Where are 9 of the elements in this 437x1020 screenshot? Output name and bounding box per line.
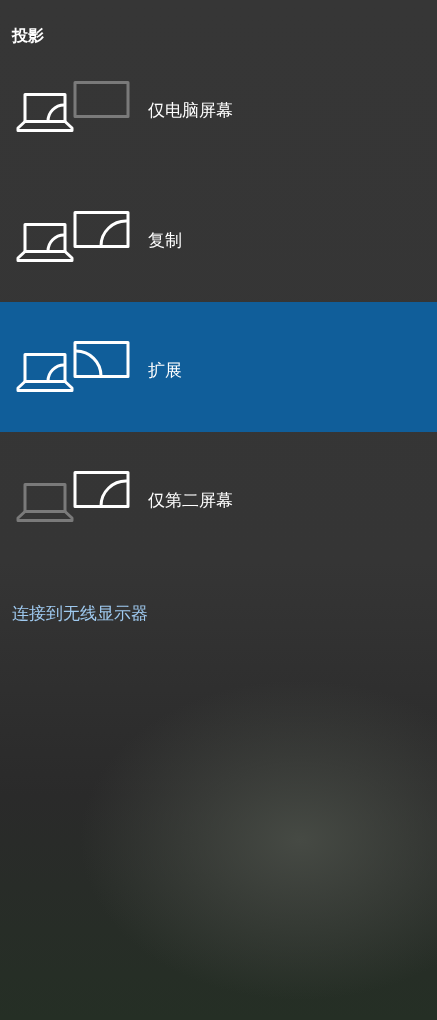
display-mode-option[interactable]: 复制	[0, 172, 437, 302]
display-mode-icon	[16, 471, 130, 523]
display-mode-icon	[16, 341, 130, 393]
panel-title: 投影	[10, 25, 45, 42]
display-mode-option[interactable]: 扩展	[0, 302, 437, 432]
display-mode-icon	[16, 81, 130, 133]
display-mode-icon	[16, 211, 130, 263]
display-mode-option[interactable]: 仅第二屏幕	[0, 432, 437, 562]
wireless-display-link[interactable]: 连接到无线显示器	[12, 602, 148, 624]
